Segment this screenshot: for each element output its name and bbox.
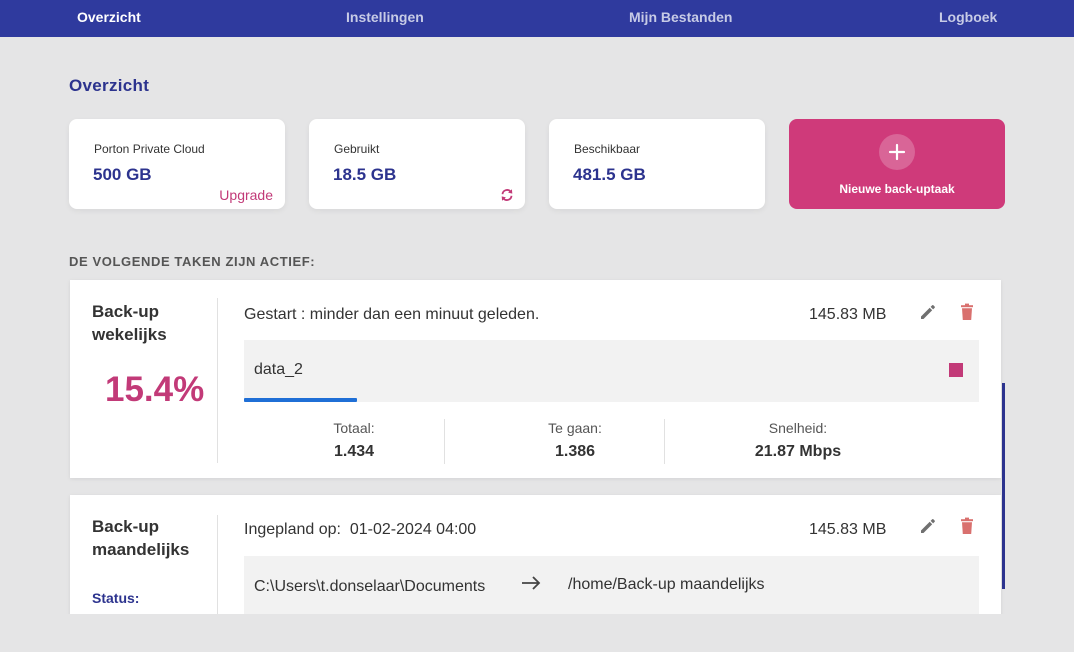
new-backup-task-button[interactable]: Nieuwe back-uptaak bbox=[789, 119, 1005, 209]
stop-icon[interactable] bbox=[949, 363, 963, 377]
task-name: Back-up wekelijks bbox=[92, 302, 167, 344]
task-size: 145.83 MB bbox=[809, 306, 887, 323]
task-schedule-text: Ingepland op: 01-02-2024 04:00 bbox=[244, 521, 476, 539]
stat-separator bbox=[664, 419, 665, 464]
schedule-label: Ingepland op: bbox=[244, 521, 341, 538]
trash-icon[interactable] bbox=[957, 516, 977, 536]
nav-tab-logboek[interactable]: Logboek bbox=[939, 9, 997, 25]
storage-available-value: 481.5 GB bbox=[573, 165, 646, 184]
stat-remaining-label: Te gaan: bbox=[548, 420, 602, 436]
edit-icon[interactable] bbox=[918, 516, 938, 536]
stat-speed-value: 21.87 Mbps bbox=[754, 443, 842, 460]
stat-total-label: Totaal: bbox=[333, 420, 375, 436]
stat-remaining: Te gaan: 1.386 bbox=[465, 420, 685, 461]
divider bbox=[217, 298, 218, 463]
nav-tab-overzicht[interactable]: Overzicht bbox=[77, 9, 141, 25]
storage-total-label: Porton Private Cloud bbox=[94, 142, 205, 156]
current-file-row: data_2 bbox=[244, 340, 979, 402]
stat-total-value: 1.434 bbox=[333, 443, 375, 460]
viewport-bottom bbox=[0, 614, 1074, 652]
nav-tab-instellingen[interactable]: Instellingen bbox=[346, 9, 424, 25]
storage-available-label: Beschikbaar bbox=[574, 142, 641, 156]
refresh-icon[interactable] bbox=[499, 187, 515, 203]
status-label: Status: bbox=[92, 590, 140, 606]
task-status-text: Gestart : minder dan een minuut geleden. bbox=[244, 306, 540, 323]
task-progress-percent: 15.4% bbox=[105, 370, 205, 409]
task-size: 145.83 MB bbox=[809, 521, 887, 538]
nav-tab-mijn-bestanden[interactable]: Mijn Bestanden bbox=[629, 9, 732, 25]
progress-bar-fill bbox=[244, 398, 357, 402]
path-row: C:\Users\t.donselaar\Documents /home/Bac… bbox=[244, 556, 979, 614]
storage-total-value: 500 GB bbox=[93, 165, 152, 184]
page-title: Overzicht bbox=[69, 76, 150, 95]
stat-speed-label: Snelheid: bbox=[768, 420, 828, 436]
storage-used-value: 18.5 GB bbox=[333, 165, 397, 184]
schedule-datetime: 01-02-2024 04:00 bbox=[349, 521, 477, 538]
upgrade-link[interactable]: Upgrade bbox=[219, 187, 273, 203]
current-file-name: data_2 bbox=[254, 361, 303, 378]
task-card-weekly: Back-up wekelijks 15.4% Gestart : minder… bbox=[70, 280, 1001, 478]
stat-speed: Snelheid: 21.87 Mbps bbox=[688, 420, 908, 461]
stat-total: Totaal: 1.434 bbox=[244, 420, 464, 461]
trash-icon[interactable] bbox=[957, 302, 977, 322]
arrow-right-icon bbox=[522, 576, 541, 590]
source-path: C:\Users\t.donselaar\Documents bbox=[254, 578, 486, 595]
plus-icon bbox=[879, 134, 915, 170]
task-name: Back-up maandelijks bbox=[92, 517, 190, 559]
top-navigation: Overzicht Instellingen Mijn Bestanden Lo… bbox=[0, 0, 1074, 37]
stat-remaining-value: 1.386 bbox=[554, 443, 596, 460]
storage-total-card: Porton Private Cloud 500 GB Upgrade bbox=[69, 119, 285, 209]
edit-icon[interactable] bbox=[918, 302, 938, 322]
storage-used-card: Gebruikt 18.5 GB bbox=[309, 119, 525, 209]
scrollbar[interactable] bbox=[1002, 383, 1005, 589]
active-tasks-heading: DE VOLGENDE TAKEN ZIJN ACTIEF: bbox=[69, 254, 316, 269]
destination-path: /home/Back-up maandelijks bbox=[568, 576, 765, 593]
new-backup-task-label: Nieuwe back-uptaak bbox=[839, 182, 955, 196]
storage-used-label: Gebruikt bbox=[334, 142, 380, 156]
progress-bar bbox=[244, 398, 979, 402]
storage-available-card: Beschikbaar 481.5 GB bbox=[549, 119, 765, 209]
stat-separator bbox=[444, 419, 445, 464]
